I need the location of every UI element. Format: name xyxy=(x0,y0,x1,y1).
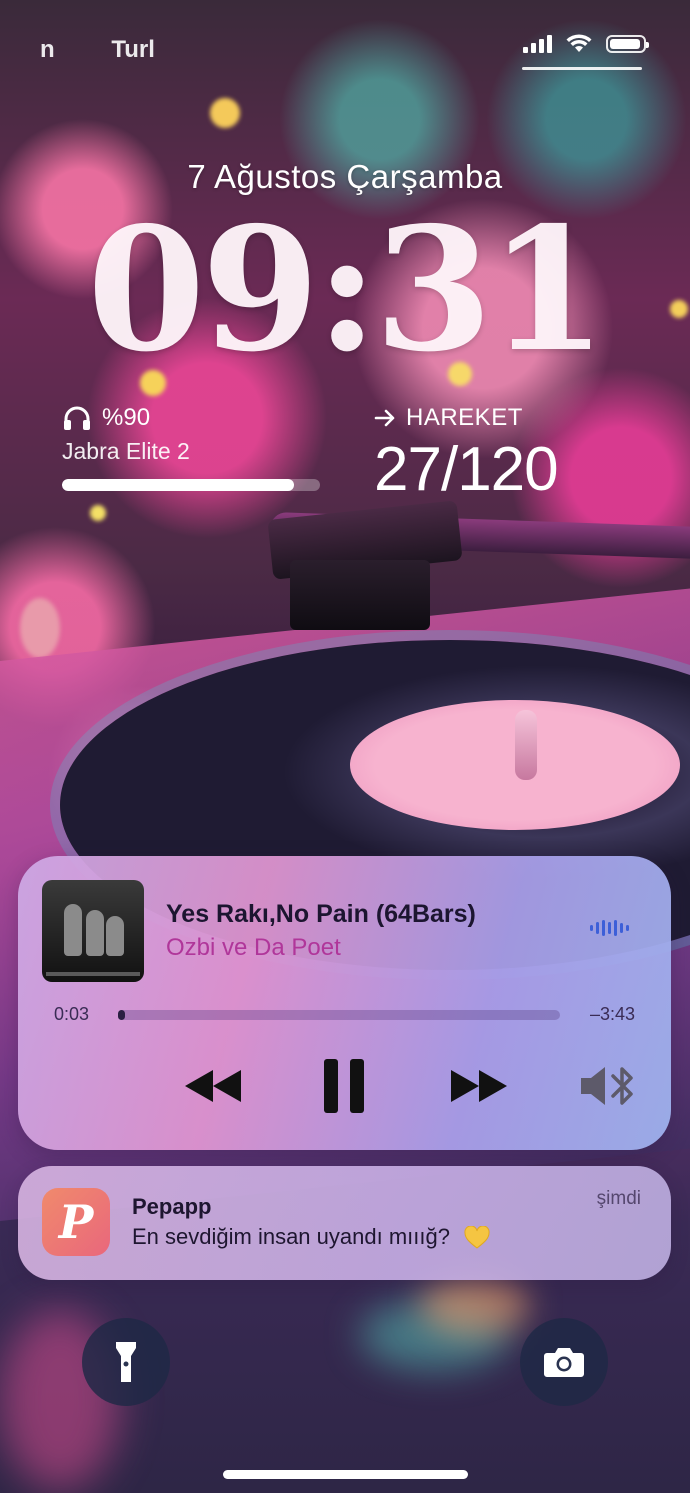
headphones-battery-widget[interactable]: %90 Jabra Elite 2 xyxy=(62,404,322,491)
flashlight-icon xyxy=(116,1342,136,1382)
notification-message: En sevdiğim insan uyandı mııığ? xyxy=(132,1224,450,1249)
album-art[interactable] xyxy=(42,880,144,982)
track-title[interactable]: Yes Rakı,No Pain (64Bars) xyxy=(166,900,476,929)
status-bar-underline xyxy=(522,67,642,70)
tonearm-cartridge xyxy=(290,560,430,630)
rewind-button[interactable] xyxy=(178,1056,248,1116)
playback-scrubber-fill xyxy=(118,1010,125,1020)
battery-icon xyxy=(606,35,649,53)
status-bar-indicators xyxy=(523,34,649,54)
pause-icon xyxy=(324,1059,364,1113)
arrow-right-icon xyxy=(374,409,395,427)
headphones-battery-bar xyxy=(62,479,320,491)
activity-value: 27/120 xyxy=(374,435,559,504)
audio-output-button[interactable] xyxy=(574,1056,644,1116)
time-elapsed: 0:03 xyxy=(54,1004,90,1024)
notification-app-name: Pepapp xyxy=(132,1194,212,1219)
audio-waveform-icon xyxy=(590,920,629,936)
cellular-signal-icon xyxy=(523,35,552,53)
headphones-battery-percent: %90 xyxy=(102,404,151,431)
activity-move-widget[interactable]: HAREKET 27/120 xyxy=(374,404,559,504)
fast-forward-button[interactable] xyxy=(444,1056,514,1116)
track-artist[interactable]: Ozbi ve Da Poet xyxy=(166,934,341,962)
flashlight-button[interactable] xyxy=(82,1318,170,1406)
time-remaining: –3:43 xyxy=(589,1004,635,1024)
pepapp-icon-letter: P xyxy=(58,1195,94,1249)
notification-time: şimdi xyxy=(596,1188,641,1209)
home-indicator[interactable] xyxy=(223,1470,468,1479)
camera-button[interactable] xyxy=(520,1318,608,1406)
pause-button[interactable] xyxy=(314,1056,374,1116)
battery-level xyxy=(610,39,641,49)
carrier-fragment-b: Turl xyxy=(111,36,155,63)
lockscreen-clock[interactable]: 09:31 xyxy=(0,200,690,380)
pepapp-app-icon: P xyxy=(42,1188,110,1256)
activity-label: HAREKET xyxy=(406,404,523,431)
playback-controls xyxy=(18,1056,671,1126)
fast-forward-icon xyxy=(451,1070,507,1102)
yellow-heart-icon xyxy=(464,1226,490,1249)
speaker-bluetooth-icon xyxy=(581,1067,633,1105)
notification-card[interactable]: P Pepapp En sevdiğim insan uyandı mııığ?… xyxy=(18,1166,671,1280)
playback-scrubber[interactable] xyxy=(118,1010,560,1020)
notification-message-row: En sevdiğim insan uyandı mııığ? xyxy=(132,1224,490,1250)
rewind-icon xyxy=(185,1070,241,1102)
headphones-device-name: Jabra Elite 2 xyxy=(62,438,190,464)
record-spindle xyxy=(515,710,537,780)
headphones-icon xyxy=(64,406,90,430)
carrier-fragment-a: n xyxy=(40,36,55,63)
wifi-icon xyxy=(566,34,592,52)
now-playing-card[interactable]: Yes Rakı,No Pain (64Bars) Ozbi ve Da Poe… xyxy=(18,856,671,1150)
status-bar-carrier: n Turl xyxy=(40,36,205,64)
headphones-battery-bar-fill xyxy=(62,479,295,491)
camera-icon xyxy=(544,1348,584,1377)
